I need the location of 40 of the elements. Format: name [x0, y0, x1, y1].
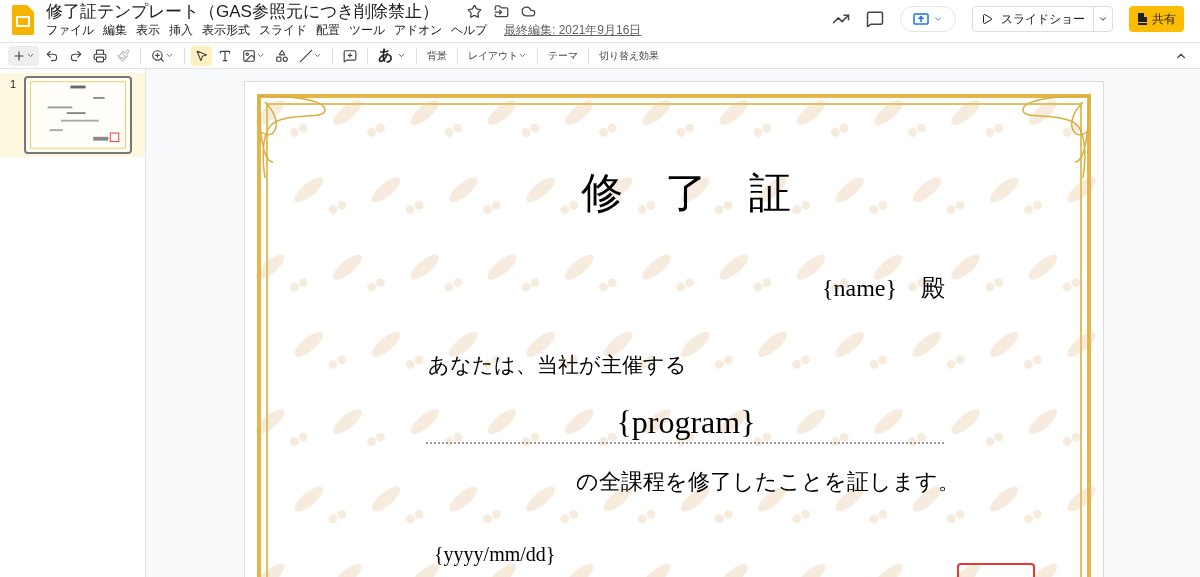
menu-item[interactable]: スライド [259, 22, 307, 39]
menu-item[interactable]: 配置 [316, 22, 340, 39]
select-tool-icon[interactable] [191, 45, 212, 66]
play-icon [981, 13, 993, 25]
folder-icon[interactable] [493, 4, 509, 19]
theme-button[interactable]: テーマ [544, 48, 582, 63]
recipient-name: {name} 殿 [822, 274, 945, 303]
caret-icon [1098, 14, 1108, 24]
menu-item[interactable]: ヘルプ [451, 22, 487, 39]
certificate-text: あなたは、当社が主催する [428, 352, 687, 379]
background-button[interactable]: 背景 [423, 48, 451, 63]
date-text: {yyyy/mm/dd} [434, 542, 556, 568]
certificate-text: の全課程を修了したことを証します。 [576, 468, 960, 496]
caret-icon [26, 51, 35, 60]
input-tools-button[interactable]: あ [374, 44, 410, 67]
document-title[interactable]: 修了証テンプレート（GAS参照元につき削除禁止） [46, 1, 439, 22]
caret-icon [518, 51, 527, 60]
caret-icon [933, 14, 943, 24]
cloud-icon[interactable] [520, 4, 536, 19]
slide-number: 1 [10, 77, 17, 92]
transition-button[interactable]: 切り替え効果 [595, 48, 663, 63]
star-icon[interactable] [466, 4, 482, 19]
menu-item[interactable]: ファイル [46, 22, 94, 39]
screen-upload-icon [913, 13, 929, 25]
plus-icon [12, 48, 26, 63]
certificate-title: 修 了 証 [580, 169, 792, 218]
slide-thumbnail-row[interactable]: 1 [0, 73, 145, 157]
caret-icon [397, 51, 406, 60]
program-name: {program} [615, 403, 757, 442]
menu-item[interactable]: 表示形式 [202, 22, 250, 39]
menu-item[interactable]: 挿入 [169, 22, 193, 39]
menu-item[interactable]: 編集 [103, 22, 127, 39]
share-button[interactable]: 共有 [1129, 6, 1184, 32]
menu-item[interactable]: アドオン [394, 22, 442, 39]
last-edit-link[interactable]: 最終編集: 2021年9月16日 [504, 22, 642, 39]
menu-item[interactable]: ツール [349, 22, 385, 39]
layout-button[interactable]: レイアウト [464, 48, 531, 63]
menu-item[interactable]: 表示 [136, 22, 160, 39]
new-slide-button[interactable] [8, 45, 39, 66]
comment-icon[interactable] [866, 10, 884, 28]
